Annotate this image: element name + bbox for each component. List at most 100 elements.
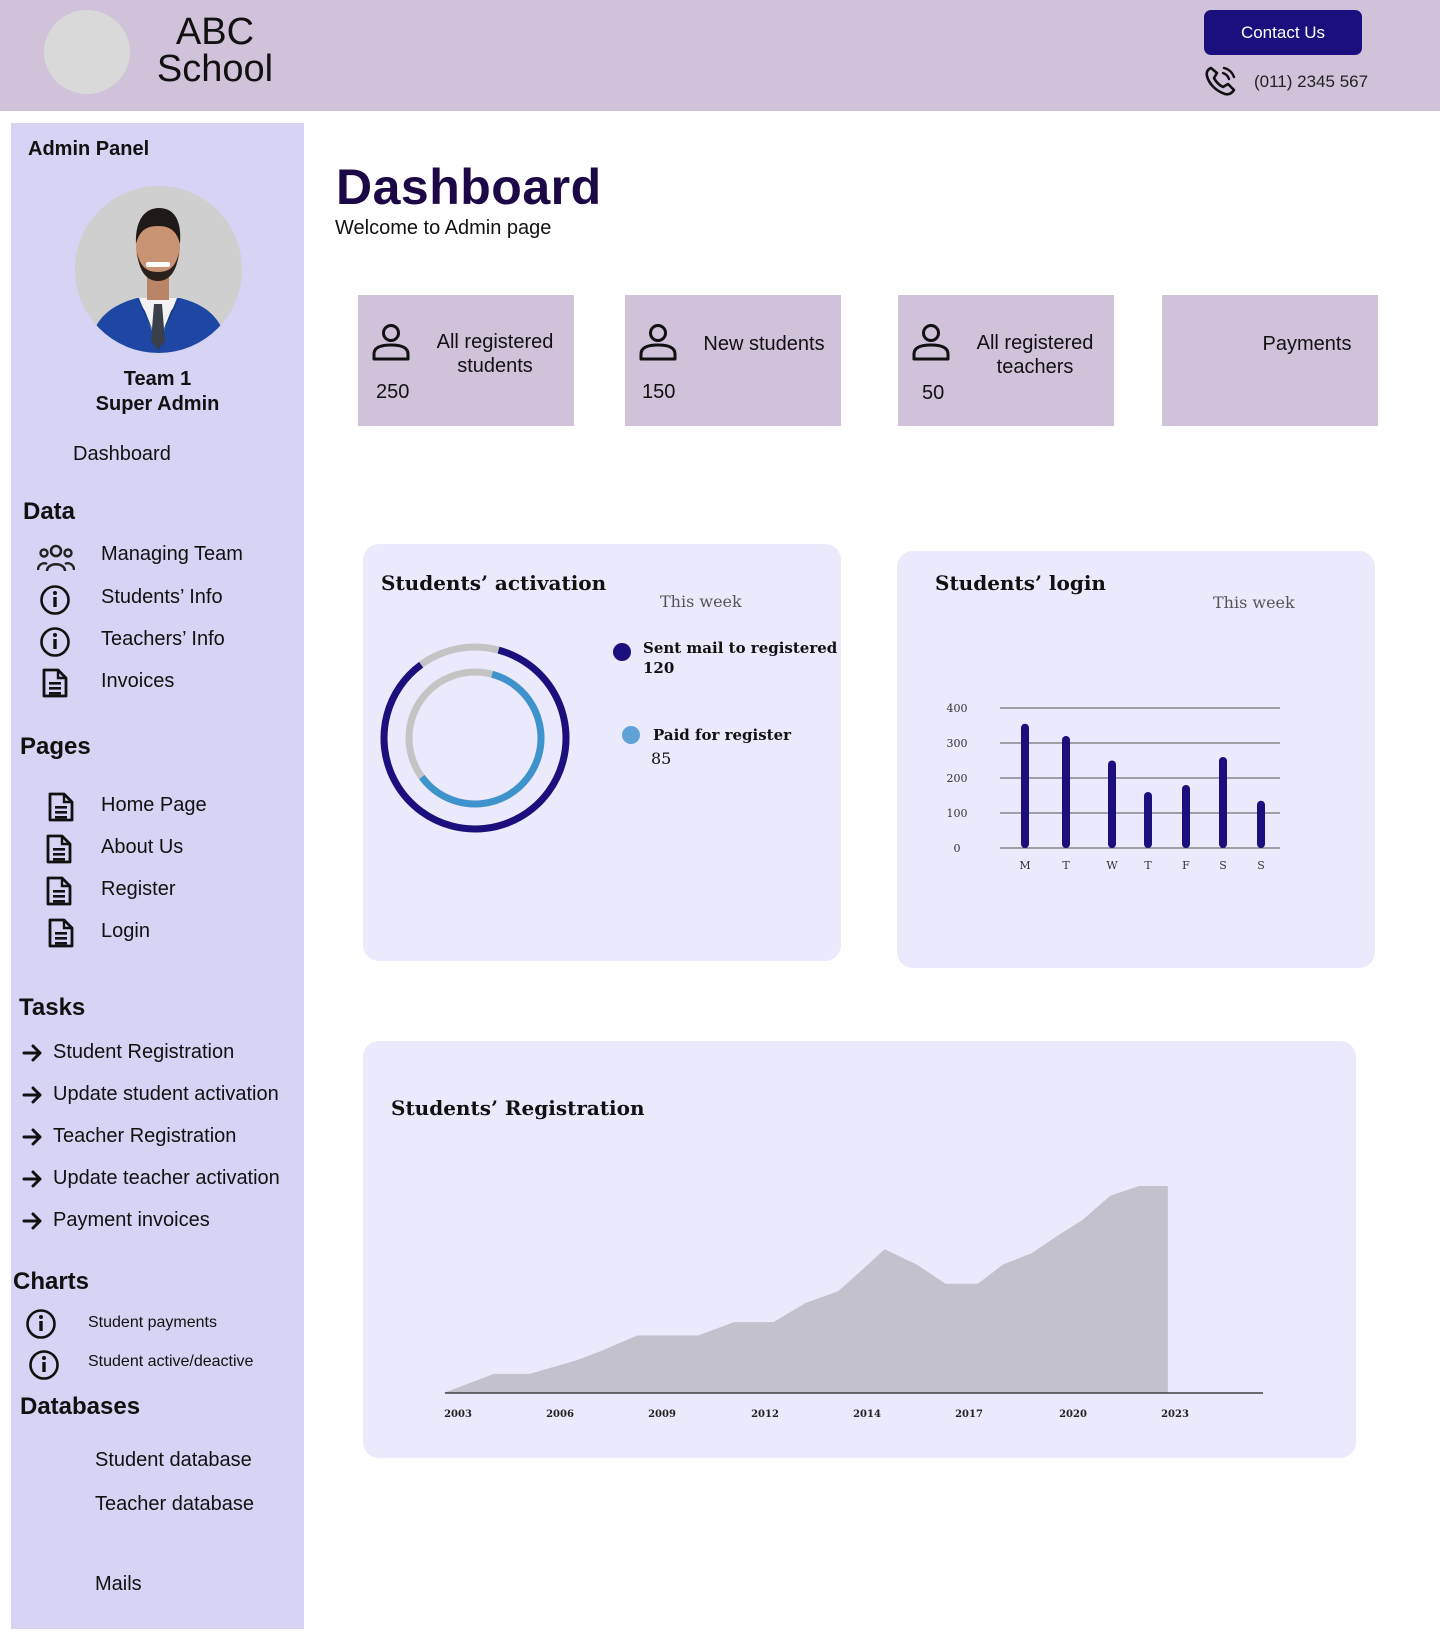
arrow-right-icon bbox=[22, 1212, 44, 1230]
x-tick-label: 2009 bbox=[648, 1409, 676, 1420]
document-icon bbox=[41, 667, 69, 699]
legend-dot-sent bbox=[613, 643, 631, 661]
login-panel: Students’ login This week 0 100 200 300 400 M… bbox=[897, 551, 1375, 968]
avatar bbox=[75, 186, 242, 353]
databases-heading: Databases bbox=[20, 1393, 141, 1420]
document-icon bbox=[47, 917, 75, 949]
info-icon bbox=[39, 584, 71, 616]
database-student[interactable]: Student database bbox=[95, 1449, 252, 1472]
card-label: All registered teachers bbox=[976, 332, 1094, 378]
bar bbox=[1108, 760, 1116, 848]
sidebar-item-dashboard[interactable]: Dashboard bbox=[73, 443, 171, 466]
chart-student-active-deactive[interactable]: Student active/deactive bbox=[88, 1353, 253, 1371]
ring-arc-1 bbox=[380, 643, 570, 833]
area-series bbox=[443, 1186, 1168, 1393]
registration-area-chart: 2003 2006 2009 2012 2014 2017 2020 2023 bbox=[443, 1186, 1263, 1420]
x-tick-label: T bbox=[1144, 859, 1152, 872]
data-heading: Data bbox=[23, 498, 76, 525]
bar bbox=[1182, 785, 1190, 848]
user-info: Team 1 Super Admin bbox=[11, 367, 304, 417]
y-tick-label: 400 bbox=[947, 702, 968, 715]
sidebar-item-login[interactable]: Login bbox=[101, 920, 150, 943]
pages-heading: Pages bbox=[20, 733, 91, 760]
card-new-students[interactable]: New students 150 bbox=[625, 295, 841, 426]
x-tick-label: 2012 bbox=[751, 1409, 779, 1420]
arrow-right-icon bbox=[22, 1044, 44, 1062]
database-mails[interactable]: Mails bbox=[95, 1573, 142, 1596]
tasks-heading: Tasks bbox=[19, 994, 86, 1021]
x-tick-label: M bbox=[1019, 859, 1030, 872]
login-bar-chart: 0 100 200 300 400 M T W T F S S bbox=[947, 702, 1280, 872]
sidebar-item-teachers-info[interactable]: Teachers’ Info bbox=[101, 628, 225, 651]
y-tick-label: 300 bbox=[947, 737, 968, 750]
x-tick-label: 2006 bbox=[546, 1409, 574, 1420]
legend-paid-label: Paid for register bbox=[653, 726, 792, 744]
sidebar-item-students-info[interactable]: Students’ Info bbox=[101, 586, 223, 609]
activation-title: Students’ activation bbox=[381, 571, 607, 595]
info-icon bbox=[28, 1349, 60, 1381]
sidebar-item-invoices[interactable]: Invoices bbox=[101, 670, 174, 693]
info-icon bbox=[39, 626, 71, 658]
task-teacher-registration[interactable]: Teacher Registration bbox=[53, 1125, 236, 1148]
database-teacher[interactable]: Teacher database bbox=[95, 1493, 254, 1516]
user-icon bbox=[911, 323, 951, 366]
phone-number: (011) 2345 567 bbox=[1254, 72, 1369, 91]
sidebar-item-managing-team[interactable]: Managing Team bbox=[101, 543, 243, 566]
card-payments[interactable]: Payments bbox=[1162, 295, 1378, 426]
logo bbox=[44, 10, 130, 94]
page-title: Dashboard bbox=[336, 159, 602, 215]
y-tick-label: 100 bbox=[947, 807, 968, 820]
x-tick-label: S bbox=[1219, 859, 1227, 872]
x-tick-label: 2017 bbox=[955, 1409, 983, 1420]
arrow-right-icon bbox=[22, 1086, 44, 1104]
x-tick-label: F bbox=[1182, 859, 1190, 872]
user-team: Team 1 bbox=[123, 368, 192, 390]
school-name: ABC School bbox=[156, 11, 274, 90]
sidebar-item-home-page[interactable]: Home Page bbox=[101, 794, 207, 817]
contact-us-button[interactable]: Contact Us bbox=[1204, 10, 1362, 55]
x-tick-label: 2014 bbox=[853, 1409, 881, 1420]
document-icon bbox=[47, 791, 75, 823]
card-value: 50 bbox=[922, 382, 945, 404]
card-registered-students[interactable]: All registered students 250 bbox=[358, 295, 574, 426]
bar bbox=[1219, 757, 1227, 848]
chart-student-payments[interactable]: Student payments bbox=[88, 1314, 217, 1332]
x-tick-label: 2003 bbox=[444, 1409, 472, 1420]
admin-panel-title: Admin Panel bbox=[28, 138, 150, 160]
user-icon bbox=[371, 323, 411, 366]
activation-panel: Students’ activation This week Sent mail… bbox=[363, 544, 841, 961]
sidebar: Admin Panel Team 1 Super Admin Dashboard… bbox=[11, 123, 304, 1629]
card-value: 150 bbox=[642, 381, 676, 403]
activation-ring-chart bbox=[380, 643, 570, 833]
sidebar-item-register[interactable]: Register bbox=[101, 878, 175, 901]
registration-panel: Students’ Registration 2003 2006 2009 2012 2… bbox=[363, 1041, 1356, 1458]
card-label: New students bbox=[703, 333, 825, 355]
sidebar-item-about-us[interactable]: About Us bbox=[101, 836, 183, 859]
task-payment-invoices[interactable]: Payment invoices bbox=[53, 1209, 210, 1232]
card-value: 250 bbox=[376, 381, 410, 403]
legend-dot-paid bbox=[622, 726, 640, 744]
person-photo-icon bbox=[75, 186, 242, 353]
ring-arc-2 bbox=[405, 668, 545, 808]
bar bbox=[1021, 723, 1029, 848]
phone-icon bbox=[1203, 64, 1239, 98]
x-tick-label: T bbox=[1062, 859, 1070, 872]
task-update-student-activation[interactable]: Update student activation bbox=[53, 1083, 279, 1106]
bar bbox=[1144, 792, 1152, 848]
legend-paid-value: 85 bbox=[651, 749, 672, 768]
info-icon bbox=[25, 1308, 57, 1340]
arrow-right-icon bbox=[22, 1128, 44, 1146]
user-icon bbox=[638, 323, 678, 366]
x-tick-label: 2020 bbox=[1059, 1409, 1087, 1420]
y-tick-label: 0 bbox=[954, 842, 961, 855]
x-tick-label: 2023 bbox=[1161, 1409, 1189, 1420]
bar bbox=[1062, 736, 1070, 848]
task-update-teacher-activation[interactable]: Update teacher activation bbox=[53, 1167, 280, 1190]
task-student-registration[interactable]: Student Registration bbox=[53, 1041, 234, 1064]
y-tick-label: 200 bbox=[947, 772, 968, 785]
team-icon bbox=[37, 543, 75, 573]
document-icon bbox=[45, 833, 73, 865]
card-registered-teachers[interactable]: All registered teachers 50 bbox=[898, 295, 1114, 426]
charts-heading: Charts bbox=[13, 1268, 90, 1295]
bar bbox=[1257, 800, 1265, 848]
